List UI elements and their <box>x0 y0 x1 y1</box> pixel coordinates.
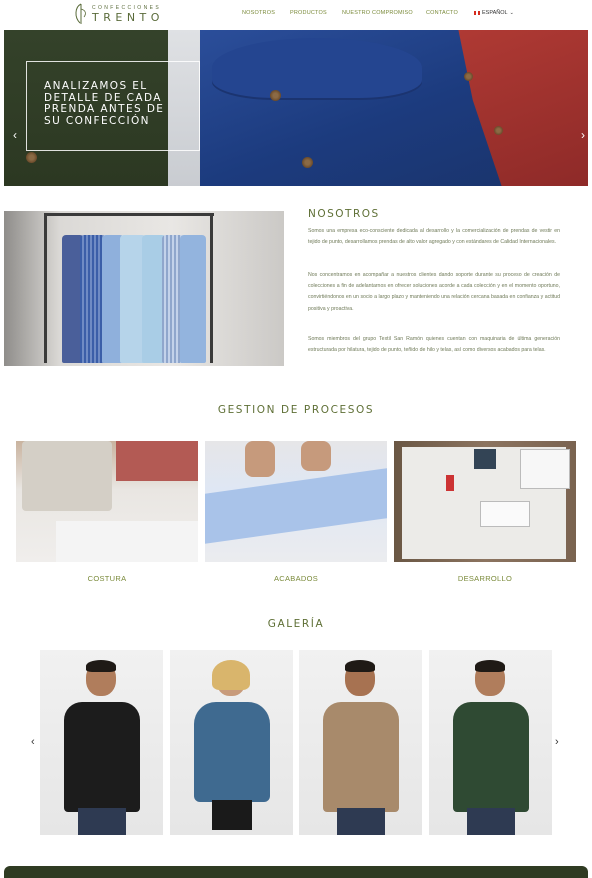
chevron-right-icon[interactable]: › <box>555 736 559 748</box>
nav-link-productos[interactable]: PRODUCTOS <box>290 10 327 16</box>
process-label-acabados[interactable]: ACABADOS <box>205 574 387 583</box>
gallery-title: GALERÍA <box>267 618 325 630</box>
chevron-left-icon[interactable]: ‹ <box>13 129 17 141</box>
process-image-desarrollo[interactable] <box>394 441 576 562</box>
shirt-button-icon <box>464 72 473 81</box>
gallery-photo-black-sweater[interactable] <box>40 650 163 835</box>
chevron-left-icon[interactable]: ‹ <box>31 736 35 748</box>
needle-logo-icon <box>75 3 86 24</box>
gallery-photo-blue-tunic[interactable] <box>170 650 293 835</box>
footer-band <box>4 866 588 878</box>
peru-flag-icon <box>474 11 480 15</box>
process-image-costura[interactable] <box>16 441 198 562</box>
gallery-photo-green-polo[interactable] <box>429 650 552 835</box>
hero-caption: ANALIZAMOS EL DETALLE DE CADA PRENDA ANT… <box>44 80 165 127</box>
nav-link-contacto[interactable]: CONTACTO <box>426 10 458 16</box>
brand-logo[interactable]: CONFECCIONES TRENTO <box>72 3 172 27</box>
nav-link-nosotros[interactable]: NOSOTROS <box>242 10 275 16</box>
chevron-down-icon: ⌄ <box>509 10 514 16</box>
about-title: NOSOTROS <box>308 208 380 220</box>
chevron-right-icon[interactable]: › <box>581 129 585 141</box>
gallery-photo-beige-shirt[interactable] <box>299 650 422 835</box>
about-paragraph: Somos una empresa eco-consciente dedicad… <box>308 228 560 246</box>
brand-name: TRENTO <box>92 11 164 24</box>
processes-title: GESTION DE PROCESOS <box>217 404 375 416</box>
hero-shirt-collar <box>212 38 422 98</box>
about-paragraph: Nos concentramos en acompañar a nuestros… <box>308 272 560 312</box>
process-image-acabados[interactable] <box>205 441 387 562</box>
nav-link-compromiso[interactable]: NUESTRO COMPROMISO <box>342 10 413 16</box>
language-selector[interactable]: ESPAÑOL ⌄ <box>474 10 514 16</box>
shirt-button-icon <box>494 126 503 135</box>
about-paragraph: Somos miembros del grupo Textil San Ramó… <box>308 336 560 354</box>
shirt-button-icon <box>270 90 281 101</box>
process-label-desarrollo[interactable]: DESARROLLO <box>394 574 576 583</box>
shirt-button-icon <box>302 157 313 168</box>
hero-slider: ANALIZAMOS EL DETALLE DE CADA PRENDA ANT… <box>4 30 588 186</box>
about-image-shirt-rack <box>4 211 284 366</box>
process-label-costura[interactable]: COSTURA <box>16 574 198 583</box>
site-header: CONFECCIONES TRENTO NOSOTROS PRODUCTOS N… <box>0 0 592 30</box>
shirt-button-icon <box>26 152 37 163</box>
language-label: ESPAÑOL <box>482 10 508 16</box>
